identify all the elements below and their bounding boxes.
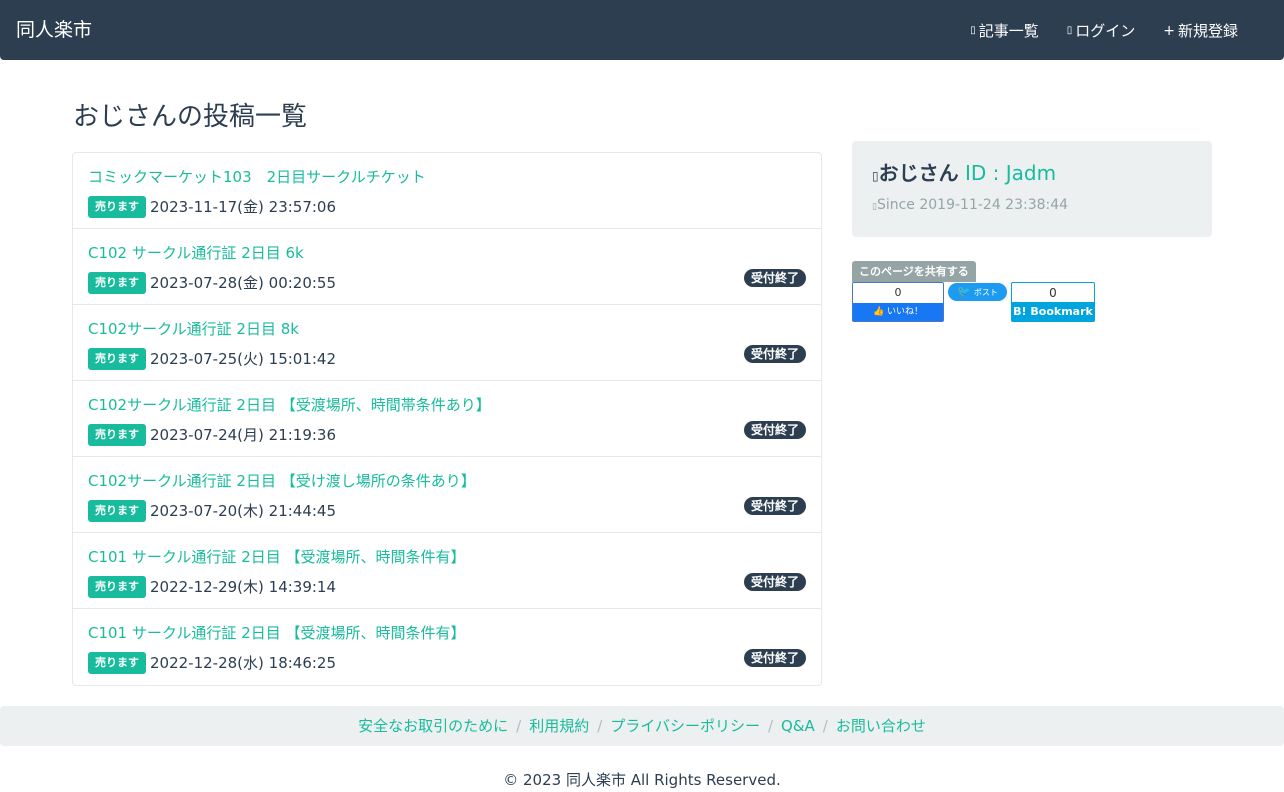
closed-badge: 受付終了	[743, 345, 806, 363]
user-icon: ▯	[872, 169, 879, 183]
footer-separator: /	[516, 717, 522, 735]
post-title-link[interactable]: C102 サークル通行証 2日目 6k	[88, 242, 304, 264]
closed-badge: 受付終了	[743, 497, 806, 515]
post-title-link[interactable]: C101 サークル通行証 2日目 【受渡場所、時間条件有】	[88, 622, 466, 644]
footer-link-qa[interactable]: Q&A	[781, 717, 815, 735]
post-title-link[interactable]: C102サークル通行証 2日目 8k	[88, 318, 299, 340]
footer-link-terms[interactable]: 利用規約	[529, 717, 589, 735]
closed-badge: 受付終了	[743, 573, 806, 591]
post-item: C102サークル通行証 2日目 8k 売ります 2023-07-25(火) 15…	[73, 305, 821, 381]
post-title-link[interactable]: C101 サークル通行証 2日目 【受渡場所、時間条件有】	[88, 546, 466, 568]
top-navbar: 同人楽市 ▯ 記事一覧 ▯ ログイン + 新規登録	[0, 0, 1284, 60]
twitter-bird-icon: 🐦	[957, 285, 971, 298]
post-item: C102サークル通行証 2日目 【受渡場所、時間帯条件あり】 売ります 2023…	[73, 381, 821, 457]
sell-badge: 売ります	[88, 500, 146, 522]
twitter-share-label: ポスト	[973, 288, 998, 297]
footer-links-bar: 安全なお取引のために / 利用規約 / プライバシーポリシー / Q&A / お問い合わせ	[0, 706, 1284, 746]
facebook-like-label: いいね！	[887, 307, 924, 317]
hatena-bookmark-label: B! Bookmark	[1012, 302, 1094, 321]
post-date: 2023-07-24(月) 21:19:36	[150, 426, 337, 444]
hatena-bookmark-button[interactable]: 0 B! Bookmark	[1011, 282, 1095, 322]
site-brand[interactable]: 同人楽市	[16, 18, 92, 42]
closed-badge: 受付終了	[743, 421, 806, 439]
footer-links: 安全なお取引のために / 利用規約 / プライバシーポリシー / Q&A / お問い合わせ	[0, 715, 1284, 737]
post-item: C101 サークル通行証 2日目 【受渡場所、時間条件有】 売ります 2022-…	[73, 609, 821, 685]
profile-since: Since 2019-11-24 23:38:44	[876, 197, 1069, 213]
post-title-link[interactable]: C102サークル通行証 2日目 【受渡場所、時間帯条件あり】	[88, 394, 491, 416]
profile-name: おじさん	[878, 161, 959, 185]
thumbs-up-icon: 👍	[872, 307, 885, 317]
post-item: C102 サークル通行証 2日目 6k 売ります 2023-07-28(金) 0…	[73, 229, 821, 305]
sell-badge: 売ります	[88, 424, 146, 446]
footer-separator: /	[767, 717, 774, 735]
facebook-like-bar: 👍 いいね！	[853, 303, 943, 321]
hatena-count: 0	[1049, 286, 1057, 300]
profile-since-row: ▯Since 2019-11-24 23:38:44	[872, 195, 1068, 217]
post-item: C101 サークル通行証 2日目 【受渡場所、時間条件有】 売ります 2022-…	[73, 533, 821, 609]
post-date: 2023-11-17(金) 23:57:06	[150, 198, 337, 216]
nav-login-label: ログイン	[1075, 22, 1136, 40]
post-date: 2023-07-25(火) 15:01:42	[150, 350, 337, 368]
sell-badge: 売ります	[88, 348, 146, 370]
post-item: コミックマーケット103 2日目サークルチケット 売ります 2023-11-17…	[73, 153, 821, 229]
post-item: C102サークル通行証 2日目 【受け渡し場所の条件あり】 売ります 2023-…	[73, 457, 821, 533]
footer-link-privacy[interactable]: プライバシーポリシー	[610, 717, 760, 735]
profile-heading: ▯おじさん ID : Jadm	[872, 159, 1056, 190]
footer-separator: /	[822, 717, 828, 735]
post-date: 2022-12-29(木) 14:39:14	[150, 578, 337, 596]
footer-separator: /	[597, 717, 603, 735]
facebook-like-button[interactable]: 0 👍 いいね！	[852, 282, 944, 322]
twitter-share-button[interactable]: 🐦 ポスト	[948, 283, 1007, 301]
plus-icon: +	[1163, 23, 1175, 39]
sell-badge: 売ります	[88, 196, 146, 218]
nav-article-list[interactable]: ▯ 記事一覧	[970, 20, 1039, 42]
sell-badge: 売ります	[88, 576, 146, 598]
share-label: このページを共有する	[852, 261, 976, 282]
login-icon: ▯	[1066, 25, 1073, 36]
nav-register-label: 新規登録	[1177, 22, 1238, 40]
closed-badge: 受付終了	[743, 649, 806, 667]
nav-links: ▯ 記事一覧 ▯ ログイン + 新規登録	[970, 20, 1238, 42]
post-date: 2023-07-20(木) 21:44:45	[150, 502, 337, 520]
post-date: 2023-07-28(金) 00:20:55	[150, 274, 337, 292]
footer-link-contact[interactable]: お問い合わせ	[836, 717, 926, 735]
post-date: 2022-12-28(水) 18:46:25	[150, 654, 337, 672]
page-title: おじさんの投稿一覧	[73, 102, 308, 132]
sell-badge: 売ります	[88, 272, 146, 294]
nav-login[interactable]: ▯ ログイン	[1067, 20, 1136, 42]
nav-article-list-label: 記事一覧	[978, 22, 1039, 40]
footer-link-safety[interactable]: 安全なお取引のために	[358, 717, 508, 735]
sell-badge: 売ります	[88, 652, 146, 674]
closed-badge: 受付終了	[743, 269, 806, 287]
post-title-link[interactable]: C102サークル通行証 2日目 【受け渡し場所の条件あり】	[88, 470, 476, 492]
profile-id: ID : Jadm	[958, 161, 1057, 185]
copyright: © 2023 同人楽市 All Rights Reserved.	[503, 771, 781, 789]
facebook-count: 0	[894, 286, 902, 299]
list-icon: ▯	[970, 25, 976, 36]
post-title-link[interactable]: コミックマーケット103 2日目サークルチケット	[88, 166, 426, 188]
post-list: コミックマーケット103 2日目サークルチケット 売ります 2023-11-17…	[72, 152, 822, 686]
nav-register[interactable]: + 新規登録	[1163, 20, 1238, 42]
profile-card: ▯おじさん ID : Jadm ▯Since 2019-11-24 23:38:…	[852, 141, 1212, 237]
